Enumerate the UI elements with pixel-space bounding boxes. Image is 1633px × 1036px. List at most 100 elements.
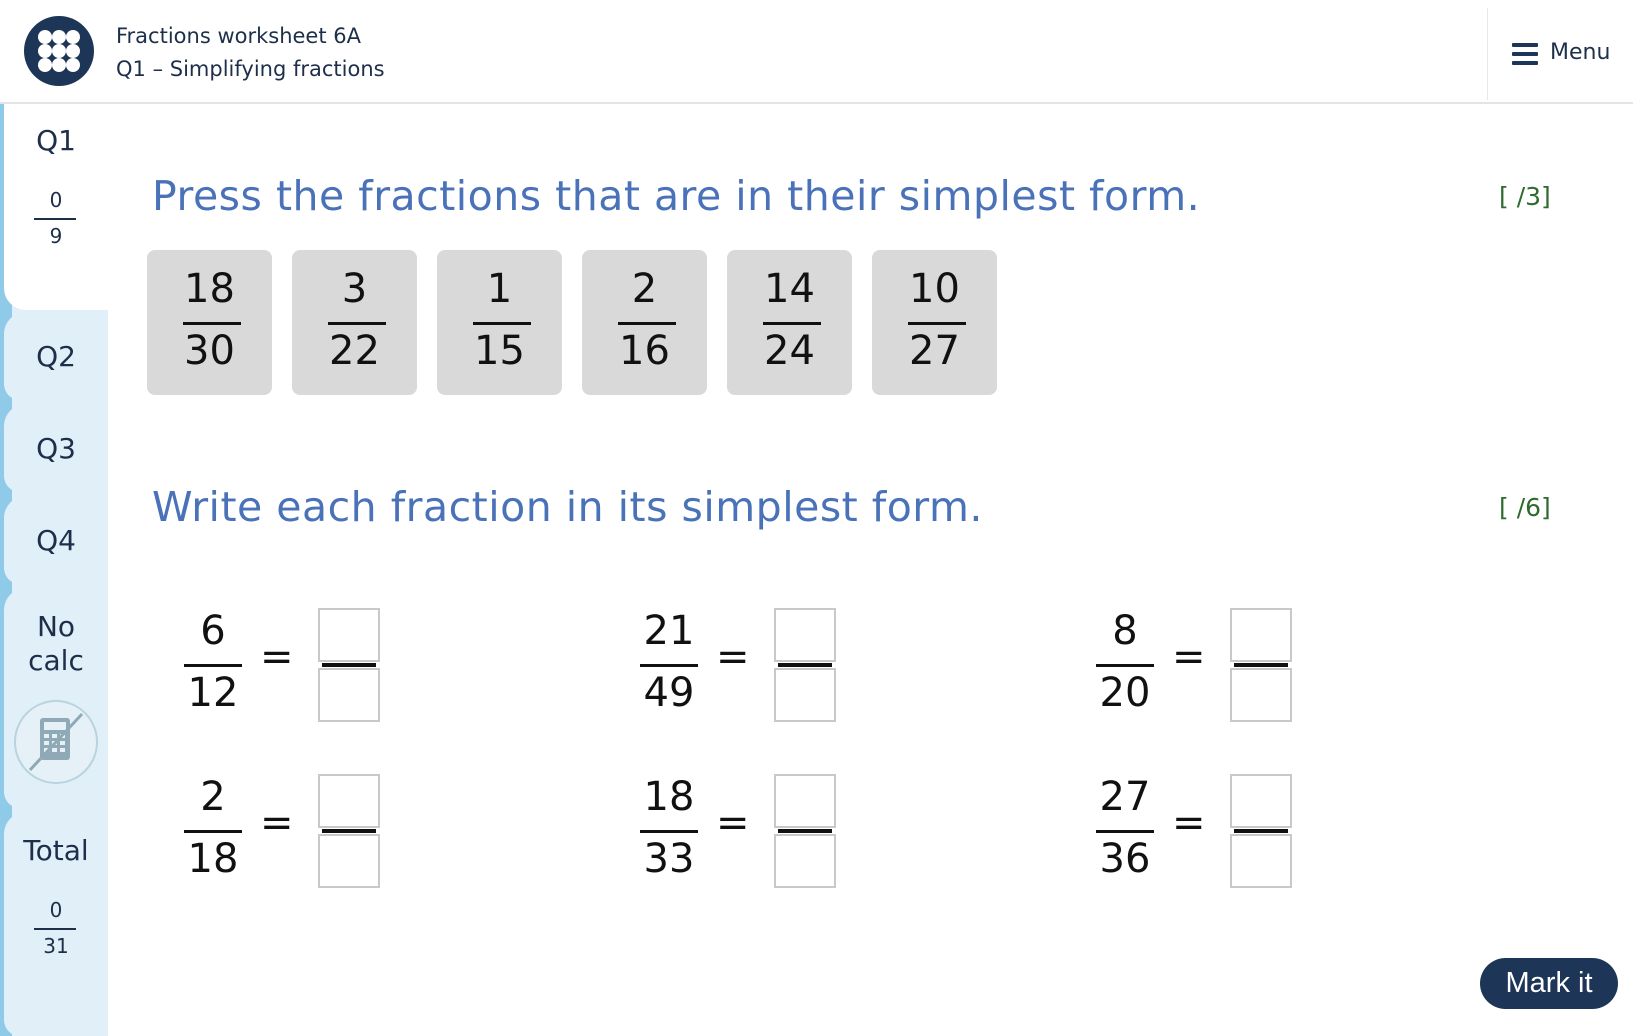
fraction-bar [1096,664,1154,667]
card-numerator: 10 [909,266,960,312]
q1-max: 9 [49,224,63,248]
simplify-question: 27 36 = [1090,774,1310,894]
fraction-card[interactable]: 18 30 [147,250,272,395]
question-denominator: 36 [1099,836,1151,882]
answer-fraction-bar [778,829,832,833]
tab-q2-label: Q2 [36,340,76,373]
tab-q1-label: Q1 [36,124,76,157]
card-numerator: 1 [486,266,513,312]
equals-sign: = [1172,800,1206,846]
answer-fraction-bar [322,663,376,667]
equals-sign: = [260,800,294,846]
tab-q2[interactable]: Q2 [4,312,108,400]
fraction-bar [908,322,966,325]
answer-fraction-bar [778,663,832,667]
question-numerator: 8 [1112,608,1138,654]
simplify-question: 21 49 = [634,608,854,728]
mark-it-button[interactable]: Mark it [1480,958,1618,1009]
question-denominator: 12 [187,670,239,716]
question-denominator: 20 [1099,670,1151,716]
fraction-bar [328,322,386,325]
q1-score-bar [34,218,76,220]
answer-numerator-input[interactable] [774,608,836,662]
part1-marks: [ /3] [1499,182,1551,211]
card-numerator: 2 [631,266,658,312]
fraction-bar [763,322,821,325]
card-denominator: 22 [329,328,380,374]
answer-denominator-input[interactable] [1230,668,1292,722]
total-label: Total [23,834,89,867]
answer-numerator-input[interactable] [318,608,380,662]
answer-denominator-input[interactable] [774,834,836,888]
answer-fraction-bar [322,829,376,833]
card-numerator: 18 [184,266,235,312]
simplify-question: 8 20 = [1090,608,1310,728]
question-denominator: 49 [643,670,695,716]
fraction-bar [640,664,698,667]
fraction-card[interactable]: 3 22 [292,250,417,395]
fraction-card[interactable]: 2 16 [582,250,707,395]
answer-denominator-input[interactable] [318,668,380,722]
fraction-bar [184,830,242,833]
card-numerator: 3 [341,266,368,312]
answer-denominator-input[interactable] [774,668,836,722]
question-denominator: 33 [643,836,695,882]
total-panel: Total 0 31 [4,812,108,1036]
tab-q1[interactable]: Q1 0 9 [4,104,108,310]
fraction-bar [184,664,242,667]
total-score-bar [34,928,76,930]
answer-numerator-input[interactable] [1230,774,1292,828]
simplify-question: 6 12 = [178,608,398,728]
card-denominator: 27 [909,328,960,374]
question-subtitle: Q1 – Simplifying fractions [116,57,385,81]
part1-instruction: Press the fractions that are in their si… [152,172,1201,220]
fraction-bar [183,322,241,325]
equals-sign: = [1172,634,1206,680]
fraction-bar [473,322,531,325]
question-denominator: 18 [187,836,239,882]
card-denominator: 15 [474,328,525,374]
answer-denominator-input[interactable] [318,834,380,888]
part2-instruction: Write each fraction in its simplest form… [152,483,983,531]
answer-numerator-input[interactable] [318,774,380,828]
equals-sign: = [260,634,294,680]
question-numerator: 18 [643,774,695,820]
answer-fraction-bar [1234,663,1288,667]
simplify-question: 2 18 = [178,774,398,894]
card-numerator: 14 [764,266,815,312]
equals-sign: = [716,634,750,680]
card-denominator: 24 [764,328,815,374]
menu-button[interactable]: Menu [1487,8,1633,100]
simplify-question: 18 33 = [634,774,854,894]
question-numerator: 6 [200,608,226,654]
tab-q3-label: Q3 [36,432,76,465]
no-calc-line2: calc [28,644,84,677]
question-numerator: 27 [1099,774,1151,820]
fraction-bar [640,830,698,833]
no-calculator-icon[interactable] [14,700,98,784]
question-numerator: 2 [200,774,226,820]
q1-score: 0 [49,188,63,212]
header: Fractions worksheet 6A Q1 – Simplifying … [0,0,1633,104]
answer-fraction-bar [1234,829,1288,833]
dots-grid-icon[interactable] [24,16,94,86]
no-calc-line1: No [36,610,76,643]
fraction-card[interactable]: 10 27 [872,250,997,395]
fraction-bar [1096,830,1154,833]
answer-numerator-input[interactable] [774,774,836,828]
equals-sign: = [716,800,750,846]
fraction-card[interactable]: 14 24 [727,250,852,395]
tab-q4[interactable]: Q4 [4,496,108,584]
answer-numerator-input[interactable] [1230,608,1292,662]
total-score: 0 [49,898,63,922]
total-max: 31 [43,934,69,958]
card-denominator: 30 [184,328,235,374]
menu-label: Menu [1550,40,1611,65]
part2-marks: [ /6] [1499,493,1551,522]
tab-q4-label: Q4 [36,524,76,557]
answer-denominator-input[interactable] [1230,834,1292,888]
card-denominator: 16 [619,328,670,374]
worksheet-title: Fractions worksheet 6A [116,24,361,48]
fraction-card[interactable]: 1 15 [437,250,562,395]
tab-q3[interactable]: Q3 [4,404,108,492]
